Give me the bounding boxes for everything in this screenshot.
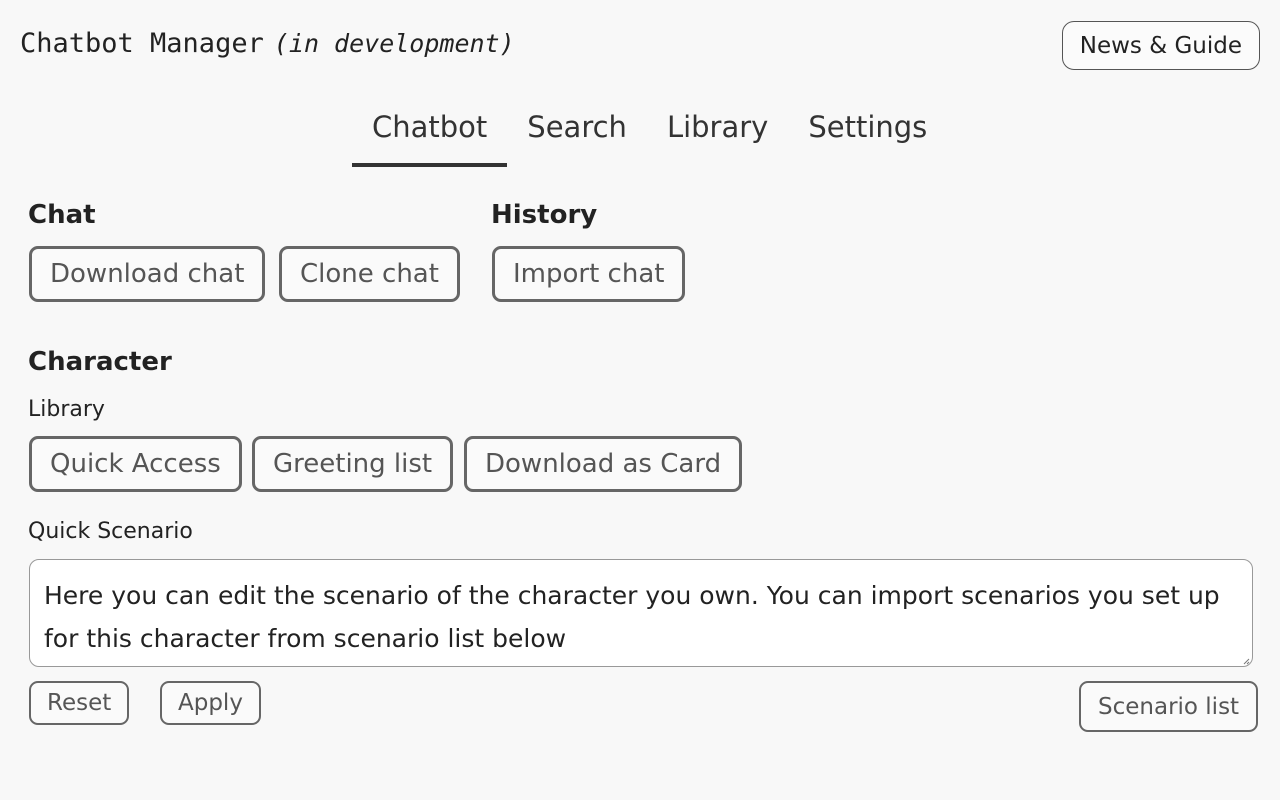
quick-access-button[interactable]: Quick Access — [29, 436, 242, 492]
news-guide-button[interactable]: News & Guide — [1061, 21, 1260, 70]
quick-scenario-label: Quick Scenario — [28, 519, 193, 544]
tab-library[interactable]: Library — [647, 104, 788, 167]
app-title-text: Chatbot Manager — [20, 28, 264, 59]
quick-scenario-textarea[interactable] — [29, 559, 1253, 667]
tab-settings[interactable]: Settings — [788, 104, 947, 167]
resize-grip-icon[interactable] — [1242, 657, 1250, 665]
tab-chatbot[interactable]: Chatbot — [352, 104, 508, 167]
chat-heading: Chat — [28, 200, 96, 230]
download-as-card-button[interactable]: Download as Card — [464, 436, 743, 492]
app-subtitle: (in development) — [273, 29, 515, 58]
tab-search[interactable]: Search — [507, 104, 647, 167]
clone-chat-button[interactable]: Clone chat — [279, 246, 460, 302]
app-title: Chatbot Manager (in development) — [20, 27, 515, 61]
library-label: Library — [28, 397, 105, 422]
main-tabs: Chatbot Search Library Settings — [352, 104, 947, 167]
greeting-list-button[interactable]: Greeting list — [252, 436, 454, 492]
download-chat-button[interactable]: Download chat — [29, 246, 266, 302]
reset-button[interactable]: Reset — [29, 681, 130, 725]
scenario-list-button[interactable]: Scenario list — [1079, 681, 1259, 732]
history-heading: History — [491, 200, 598, 230]
import-chat-button[interactable]: Import chat — [492, 246, 686, 302]
character-heading: Character — [28, 347, 172, 377]
apply-button[interactable]: Apply — [160, 681, 261, 725]
